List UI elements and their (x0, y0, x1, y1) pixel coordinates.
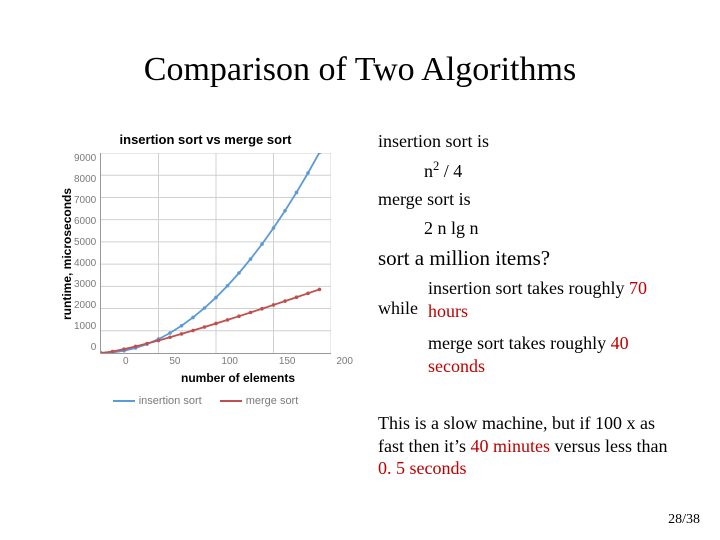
plot-area (100, 153, 331, 354)
chart-svg (101, 153, 331, 353)
insertion-time-text: insertion sort takes roughly 70 hours (428, 277, 678, 322)
notes-column: insertion sort is n2 / 4 merge sort is 2… (378, 130, 678, 387)
y-axis-ticks: 9000 8000 7000 6000 5000 4000 3000 2000 … (74, 153, 100, 353)
legend-item-merge: merge sort (220, 395, 299, 407)
merge-complexity-formula: 2 n lg n (378, 217, 678, 240)
series-merge-sort (101, 289, 320, 353)
x-axis-label: number of elements (123, 371, 353, 385)
page-number: 28/38 (668, 512, 700, 528)
merge-complexity-label: merge sort is (378, 188, 678, 211)
while-label: while (378, 277, 418, 320)
question-text: sort a million items? (378, 245, 678, 271)
legend-item-insertion: insertion sort (113, 395, 202, 407)
slide-title: Comparison of Two Algorithms (0, 51, 720, 89)
chart: insertion sort vs merge sort runtime, mi… (58, 132, 353, 407)
footer-note: This is a slow machine, but if 100 x as … (378, 412, 668, 480)
y-axis-label: runtime, microseconds (58, 153, 74, 354)
x-axis-ticks: 0 50 100 150 200 (123, 354, 353, 367)
insertion-complexity-formula: n2 / 4 (378, 159, 678, 183)
series-insertion-sort (101, 153, 320, 353)
chart-title: insertion sort vs merge sort (58, 132, 353, 147)
insertion-complexity-label: insertion sort is (378, 130, 678, 153)
merge-time-text: merge sort takes roughly 40 seconds (428, 332, 678, 377)
chart-legend: insertion sort merge sort (58, 395, 353, 407)
